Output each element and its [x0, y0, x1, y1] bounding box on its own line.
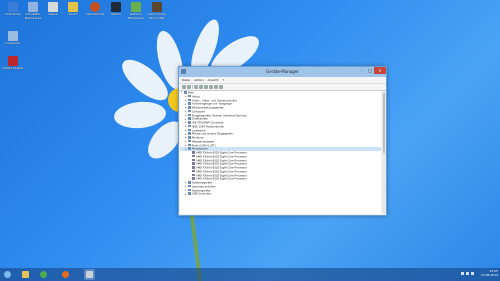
device-category-icon: [188, 98, 191, 101]
device-category-icon: [192, 151, 195, 154]
device-category-icon: [188, 143, 191, 146]
device-category-icon: [188, 109, 191, 113]
window-title: Geräte-Manager: [266, 69, 299, 74]
device-category-icon: [192, 154, 195, 158]
device-manager-window: Geräte-Manager – □ × Datei Aktion Ansich…: [178, 66, 387, 216]
desktop-icon-smart[interactable]: Smart: [62, 2, 84, 17]
steam-icon: [111, 2, 121, 12]
taskbar-start[interactable]: [2, 269, 13, 280]
desktop-icon-virtualbox[interactable]: VirtualBox Meerwerke: [22, 2, 44, 20]
device-category-icon: [188, 132, 191, 135]
taskbar-chrome[interactable]: [38, 269, 49, 280]
network-icon[interactable]: [461, 272, 464, 275]
system-tray: [461, 272, 474, 275]
device-category-icon: [188, 181, 191, 184]
menu-ansicht[interactable]: Ansicht: [208, 77, 219, 83]
game-icon: [152, 2, 162, 12]
close-button[interactable]: ×: [374, 67, 386, 74]
flag-icon[interactable]: [471, 272, 474, 275]
geforce-icon: [131, 2, 141, 12]
desktop-icon-steam[interactable]: Steam: [105, 2, 127, 17]
device-category-icon: [188, 136, 191, 139]
desktop-icon-mediashrink[interactable]: mediaShrink: [84, 2, 106, 17]
forward-icon[interactable]: [187, 85, 191, 89]
device-category-icon: [192, 162, 195, 165]
desktop-icon-adobe-reader[interactable]: Adobe Reader: [2, 56, 24, 71]
disable-device-icon[interactable]: [214, 85, 218, 89]
uninstall-icon[interactable]: [219, 85, 223, 89]
device-tree: ▾ Pete ▸ Akkus ▸ Audio-, Video- und Gamecontr…: [180, 91, 381, 214]
device-category-icon: [188, 121, 191, 124]
toolbar: [179, 84, 386, 91]
desktop-icon-computer[interactable]: Computer: [2, 31, 24, 46]
title-bar[interactable]: Geräte-Manager – □ ×: [179, 67, 386, 77]
device-category-icon: [188, 117, 191, 120]
chrome-icon: [40, 271, 47, 278]
folder-icon: [22, 271, 29, 278]
device-category-icon: [188, 192, 191, 195]
scrollbar-thumb[interactable]: [383, 93, 385, 153]
start-icon: [4, 271, 11, 278]
device-category-icon: [188, 94, 191, 98]
device-category-icon: [192, 158, 195, 161]
device-category-icon: [188, 188, 191, 191]
tree-item-label: USB-Controller: [192, 192, 212, 196]
smartscan-icon: [8, 2, 18, 12]
taskbar: 13:45 23.08.2014: [0, 268, 500, 281]
document-icon: [68, 2, 78, 12]
device-category-icon: [192, 173, 195, 176]
recycle-bin-icon: [48, 2, 58, 12]
computer-icon: [8, 31, 18, 41]
device-category-icon: [188, 128, 191, 131]
device-category-icon: [188, 184, 191, 188]
clock-date: 23.08.2014: [480, 273, 498, 277]
toolbar-separator: [192, 85, 193, 89]
device-category-icon: [188, 124, 191, 128]
clock[interactable]: 13:45 23.08.2014: [481, 269, 498, 277]
scan-hardware-icon[interactable]: [204, 85, 208, 89]
help-icon[interactable]: [199, 85, 203, 89]
adobe-reader-icon: [8, 56, 18, 66]
device-category-icon: [184, 91, 187, 94]
menu-datei[interactable]: Datei: [182, 77, 190, 83]
device-category-icon: [192, 166, 195, 169]
update-driver-icon[interactable]: [209, 85, 213, 89]
virtualbox-icon: [28, 2, 38, 12]
desktop-icon-smartscan[interactable]: SmartScan: [2, 2, 24, 17]
device-manager-taskbar-icon: [86, 271, 93, 278]
menu-bar: Datei Aktion Ansicht ?: [179, 77, 386, 84]
taskbar-explorer[interactable]: [20, 269, 31, 280]
desktop-icon-geforce[interactable]: GeForce Experience: [125, 2, 147, 20]
properties-icon[interactable]: [194, 85, 198, 89]
mediashrink-icon: [90, 2, 100, 12]
device-category-icon: [188, 106, 191, 109]
taskbar-device-manager[interactable]: [84, 269, 95, 280]
device-category-icon: [188, 102, 191, 105]
minimize-button[interactable]: –: [358, 67, 366, 74]
desktop-icon-nesse[interactable]: Nesse: [42, 2, 64, 17]
volume-icon[interactable]: [466, 272, 469, 275]
desktop-icon-call-of-duty[interactable]: Call of Duty World War: [146, 2, 168, 20]
device-category-icon: [192, 169, 195, 173]
tree-category[interactable]: ▸ USB-Controller: [180, 192, 381, 196]
taskbar-firefox[interactable]: [60, 269, 71, 280]
maximize-button[interactable]: □: [366, 67, 374, 74]
device-category-icon: [188, 147, 191, 150]
menu-aktion[interactable]: Aktion: [194, 77, 204, 83]
back-icon[interactable]: [182, 85, 186, 89]
vertical-scrollbar[interactable]: [382, 91, 386, 214]
device-category-icon: [192, 177, 195, 180]
menu-help[interactable]: ?: [223, 77, 225, 83]
firefox-icon: [62, 271, 69, 278]
device-category-icon: [188, 113, 191, 116]
device-category-icon: [188, 139, 191, 143]
